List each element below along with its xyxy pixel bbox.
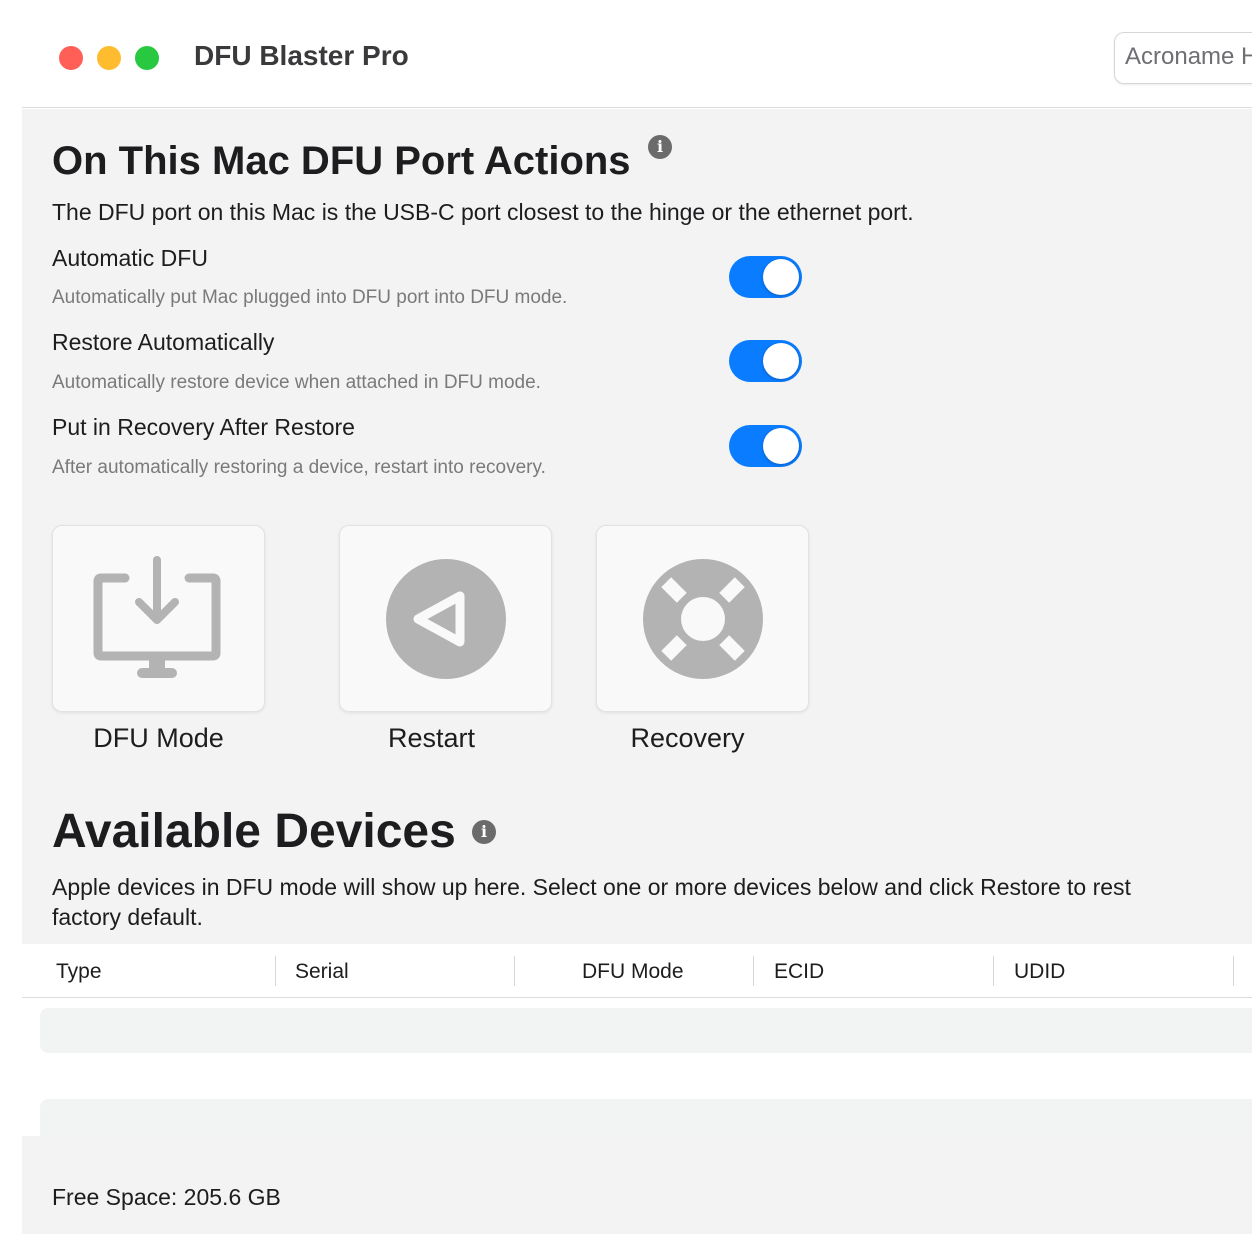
setting-restore-automatically-subtitle: Automatically restore device when attach…: [52, 372, 541, 393]
app-title: DFU Blaster Pro: [194, 40, 409, 71]
column-header-ecid[interactable]: ECID: [774, 960, 824, 984]
status-bar: Free Space: 205.6 GB: [22, 1136, 1252, 1234]
recovery-button[interactable]: [596, 525, 809, 712]
dfu-mode-button[interactable]: [52, 525, 265, 712]
available-devices-title: Available Devices: [52, 805, 456, 858]
devices-description-line1: Apple devices in DFU mode will show up h…: [52, 874, 1131, 900]
dfu-download-icon: [93, 556, 221, 678]
column-header-serial[interactable]: Serial: [295, 960, 349, 984]
toggle-knob: [763, 428, 799, 464]
setting-restore-automatically-title: Restore Automatically: [52, 329, 275, 355]
main-content: On This Mac DFU Port Actions i The DFU p…: [22, 109, 1252, 1234]
setting-recovery-after-restore-subtitle: After automatically restoring a device, …: [52, 457, 546, 478]
zoom-window-button[interactable]: [135, 46, 159, 70]
devices-table[interactable]: Type Serial DFU Mode ECID UDID: [22, 944, 1252, 1144]
restart-label: Restart: [387, 723, 476, 753]
column-divider[interactable]: [1233, 956, 1234, 986]
column-header-dfu-mode[interactable]: DFU Mode: [582, 960, 684, 984]
column-divider[interactable]: [514, 956, 515, 986]
port-actions-title: On This Mac DFU Port Actions: [52, 139, 631, 183]
column-divider[interactable]: [993, 956, 994, 986]
recovery-lifebuoy-icon: [643, 559, 763, 679]
column-header-type[interactable]: Type: [56, 960, 102, 984]
free-space-label: Free Space: 205.6 GB: [52, 1184, 281, 1210]
column-divider[interactable]: [753, 956, 754, 986]
close-window-button[interactable]: [59, 46, 83, 70]
restart-button[interactable]: [339, 525, 552, 712]
restart-icon: [386, 559, 506, 679]
restore-automatically-toggle[interactable]: [729, 340, 802, 382]
app-window: DFU Blaster Pro Acroname H On This Mac D…: [22, 0, 1252, 1234]
table-row[interactable]: [40, 1008, 1252, 1053]
table-header: Type Serial DFU Mode ECID UDID: [22, 944, 1252, 998]
info-icon[interactable]: i: [648, 135, 672, 159]
setting-recovery-after-restore-title: Put in Recovery After Restore: [52, 414, 355, 440]
dfu-mode-label: DFU Mode: [93, 723, 224, 753]
automatic-dfu-toggle[interactable]: [729, 256, 802, 298]
port-actions-description: The DFU port on this Mac is the USB-C po…: [52, 199, 914, 225]
minimize-window-button[interactable]: [97, 46, 121, 70]
hub-selector[interactable]: Acroname H: [1114, 32, 1252, 84]
column-divider[interactable]: [275, 956, 276, 986]
toggle-knob: [763, 259, 799, 295]
setting-automatic-dfu-title: Automatic DFU: [52, 245, 208, 271]
recovery-label: Recovery: [630, 723, 745, 753]
setting-automatic-dfu-subtitle: Automatically put Mac plugged into DFU p…: [52, 287, 568, 308]
column-header-udid[interactable]: UDID: [1014, 960, 1065, 984]
toggle-knob: [763, 343, 799, 379]
info-icon[interactable]: i: [472, 820, 496, 844]
recovery-after-restore-toggle[interactable]: [729, 425, 802, 467]
devices-description-line2: factory default.: [52, 904, 203, 930]
title-bar: DFU Blaster Pro Acroname H: [22, 0, 1252, 108]
